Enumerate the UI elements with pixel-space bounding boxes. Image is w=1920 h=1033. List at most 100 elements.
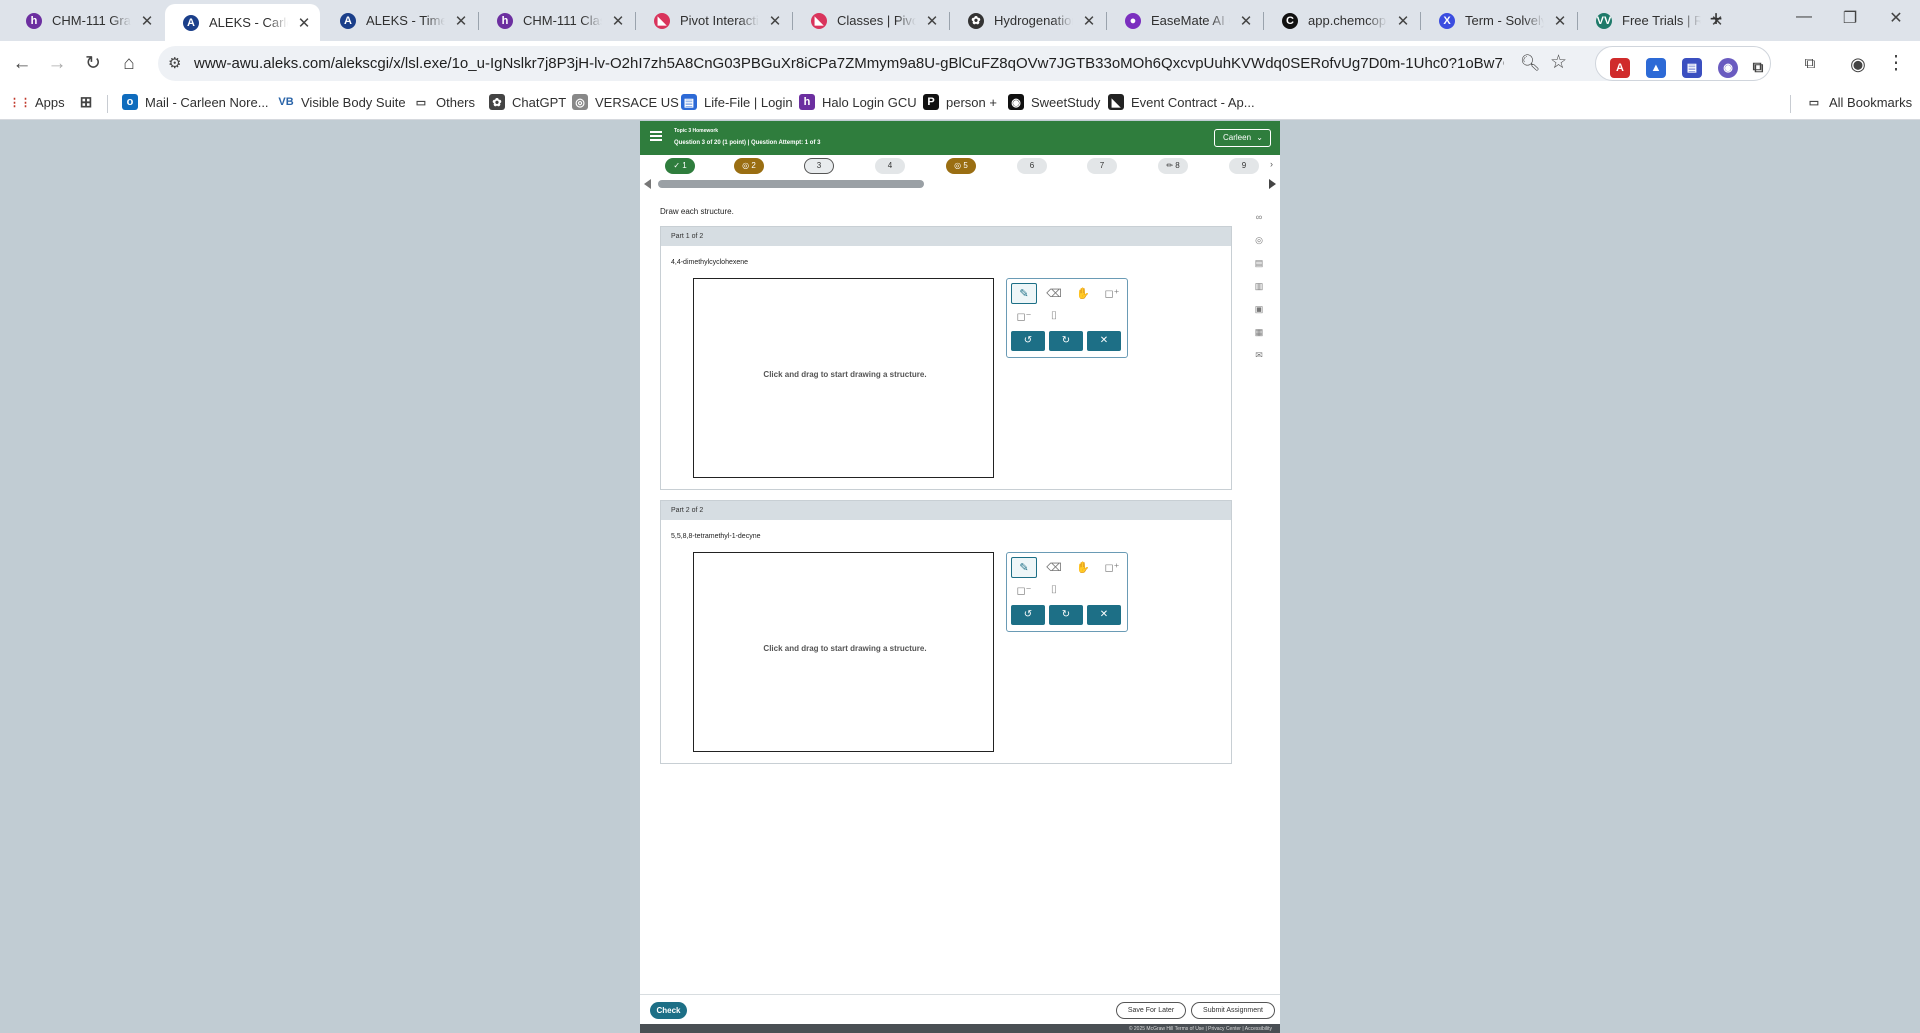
target-icon[interactable]: ◎ bbox=[1251, 232, 1267, 248]
save-for-later-button[interactable]: Save For Later bbox=[1116, 1002, 1186, 1019]
all-bookmarks[interactable]: ▭ All Bookmarks bbox=[1806, 94, 1912, 110]
browser-tab[interactable]: h CHM-111 Grade ✕ bbox=[8, 4, 163, 37]
browser-tab[interactable]: A ALEKS - Carleen ✕ bbox=[165, 4, 320, 41]
eraser-icon[interactable]: ⌫ bbox=[1041, 283, 1067, 304]
bracket-icon[interactable]: ⌷ bbox=[1041, 580, 1067, 601]
new-tab-plus-icon[interactable]: + bbox=[1703, 7, 1729, 33]
puzzle-extensions-icon[interactable]: ⧉ bbox=[1748, 58, 1768, 78]
browser-tab[interactable]: ✿ Hydrogenation ✕ bbox=[950, 4, 1105, 37]
restore-icon[interactable]: ❐ bbox=[1830, 8, 1870, 28]
eraser-icon[interactable]: ⌫ bbox=[1041, 557, 1067, 578]
close-icon[interactable]: ✕ bbox=[453, 12, 469, 30]
add-box-icon[interactable]: ◻⁺ bbox=[1099, 283, 1125, 304]
question-nav-item[interactable]: 3 bbox=[804, 158, 834, 174]
bookmark-item[interactable]: ◉ SweetStudy bbox=[1008, 94, 1100, 110]
pencil-icon[interactable]: ✎ bbox=[1011, 283, 1037, 304]
reload-icon[interactable]: ↻ bbox=[80, 51, 106, 77]
calculator-icon[interactable]: ▦ bbox=[1251, 324, 1267, 340]
clear-icon[interactable]: ✕ bbox=[1087, 331, 1121, 351]
document-extension-icon[interactable]: ▤ bbox=[1682, 58, 1702, 78]
bookmark-star-icon[interactable]: ☆ bbox=[1550, 51, 1567, 74]
hand-icon[interactable]: ✋ bbox=[1070, 557, 1096, 578]
chart-icon[interactable]: ▥ bbox=[1251, 278, 1267, 294]
close-icon[interactable]: ✕ bbox=[610, 12, 626, 30]
graduation-extension-icon[interactable]: ▲ bbox=[1646, 58, 1666, 78]
drawing-canvas[interactable]: Click and drag to start drawing a struct… bbox=[693, 278, 994, 478]
hamburger-menu-icon[interactable] bbox=[650, 129, 662, 141]
redo-icon[interactable]: ↻ bbox=[1049, 331, 1083, 351]
question-nav-item[interactable]: 4 bbox=[875, 158, 905, 174]
mail-icon[interactable]: ✉ bbox=[1251, 347, 1267, 363]
forward-arrow-icon[interactable]: → bbox=[44, 51, 70, 77]
check-button[interactable]: Check bbox=[650, 1002, 687, 1019]
site-info-icon[interactable]: ⚙ bbox=[168, 54, 181, 72]
bookmark-item[interactable]: ▭ Others bbox=[413, 94, 475, 110]
bookmark-item[interactable]: ◣ Event Contract - Ap... bbox=[1108, 94, 1255, 110]
add-box-icon[interactable]: ◻⁺ bbox=[1099, 557, 1125, 578]
window-close-icon[interactable]: ✕ bbox=[1876, 8, 1916, 28]
close-icon[interactable]: ✕ bbox=[139, 12, 155, 30]
image-icon[interactable]: ▣ bbox=[1251, 301, 1267, 317]
question-nav-item[interactable]: 9 bbox=[1229, 158, 1259, 174]
minus-box-icon[interactable]: ◻⁻ bbox=[1011, 580, 1037, 601]
bookmark-item[interactable]: ⊞ bbox=[78, 94, 101, 111]
chevron-right-icon[interactable]: › bbox=[1270, 159, 1273, 169]
question-nav-item[interactable]: ✏ 8 bbox=[1158, 158, 1188, 174]
chrome-menu-icon[interactable]: ⋮ bbox=[1883, 51, 1909, 77]
scroll-right-arrow-icon[interactable] bbox=[1269, 179, 1276, 189]
close-icon[interactable]: ✕ bbox=[1552, 12, 1568, 30]
bracket-icon[interactable]: ⌷ bbox=[1041, 306, 1067, 327]
question-nav-item[interactable]: ✓ 1 bbox=[665, 158, 695, 174]
infinity-icon[interactable]: ∞ bbox=[1251, 209, 1267, 225]
home-icon[interactable]: ⌂ bbox=[116, 51, 142, 77]
bookmark-item[interactable]: h Halo Login GCU bbox=[799, 94, 917, 110]
browser-tab[interactable]: ◣ Pivot Interactive ✕ bbox=[636, 4, 791, 37]
drawing-canvas[interactable]: Click and drag to start drawing a struct… bbox=[693, 552, 994, 752]
clear-icon[interactable]: ✕ bbox=[1087, 605, 1121, 625]
browser-tab[interactable]: ● EaseMate AI Ch ✕ bbox=[1107, 4, 1262, 37]
bookmark-item[interactable]: VB Visible Body Suite bbox=[278, 94, 405, 110]
notes-icon[interactable]: ▤ bbox=[1251, 255, 1267, 271]
hand-icon[interactable]: ✋ bbox=[1070, 283, 1096, 304]
redo-icon[interactable]: ↻ bbox=[1049, 605, 1083, 625]
close-icon[interactable]: ✕ bbox=[767, 12, 783, 30]
bookmark-item[interactable]: ▤ Life-File | Login bbox=[681, 94, 793, 110]
bookmark-item[interactable]: ✿ ChatGPT bbox=[489, 94, 566, 110]
bookmark-item[interactable]: o Mail - Carleen Nore... bbox=[122, 94, 269, 110]
close-icon[interactable]: ✕ bbox=[924, 12, 940, 30]
undo-icon[interactable]: ↺ bbox=[1011, 331, 1045, 351]
minimize-icon[interactable]: — bbox=[1784, 8, 1824, 26]
browser-tab[interactable]: ◣ Classes | Pivot I ✕ bbox=[793, 4, 948, 37]
address-bar[interactable]: ⚙ www-awu.aleks.com/alekscgi/x/lsl.exe/1… bbox=[158, 46, 1770, 81]
pencil-icon[interactable]: ✎ bbox=[1011, 557, 1037, 578]
bookmark-item[interactable]: ◎ VERSACE US bbox=[572, 94, 679, 110]
bookmark-item[interactable]: ⋮⋮ Apps bbox=[9, 94, 65, 110]
question-nav-item[interactable]: 6 bbox=[1017, 158, 1047, 174]
question-nav-scrollbar[interactable] bbox=[640, 177, 1280, 191]
minus-box-icon[interactable]: ◻⁻ bbox=[1011, 306, 1037, 327]
bookmark-item[interactable]: Pperson + bbox=[923, 94, 997, 110]
back-arrow-icon[interactable]: ← bbox=[9, 51, 35, 77]
circle-extension-icon[interactable]: ◉ bbox=[1718, 58, 1738, 78]
browser-tab[interactable]: X Term - Solvely ✕ bbox=[1421, 4, 1576, 37]
scrollbar-thumb[interactable] bbox=[658, 180, 924, 188]
submit-assignment-button[interactable]: Submit Assignment bbox=[1191, 1002, 1275, 1019]
undo-icon[interactable]: ↺ bbox=[1011, 605, 1045, 625]
browser-tab[interactable]: h CHM-111 Class ✕ bbox=[479, 4, 634, 37]
user-menu-button[interactable]: Carleen ⌄ bbox=[1214, 129, 1271, 147]
profile-icon[interactable]: ◉ bbox=[1845, 51, 1871, 77]
zoom-icon[interactable]: 🔍︎ bbox=[1520, 53, 1540, 73]
browser-tab[interactable]: A ALEKS - Timed ✕ bbox=[322, 4, 477, 37]
close-icon[interactable]: ✕ bbox=[1081, 12, 1097, 30]
question-nav-item[interactable]: 7 bbox=[1087, 158, 1117, 174]
side-panel-search-icon[interactable]: ⧉ bbox=[1797, 51, 1823, 77]
close-icon[interactable]: ✕ bbox=[1238, 12, 1254, 30]
scroll-left-arrow-icon[interactable] bbox=[644, 179, 651, 189]
acrobat-extension-icon[interactable]: A bbox=[1610, 58, 1630, 78]
question-nav-item[interactable]: ◎ 2 bbox=[734, 158, 764, 174]
question-nav-item[interactable]: ◎ 5 bbox=[946, 158, 976, 174]
url-text[interactable]: www-awu.aleks.com/alekscgi/x/lsl.exe/1o_… bbox=[194, 55, 1504, 72]
close-icon[interactable]: ✕ bbox=[296, 14, 312, 32]
close-icon[interactable]: ✕ bbox=[1395, 12, 1411, 30]
browser-tab[interactable]: Capp.chemcopilo ✕ bbox=[1264, 4, 1419, 37]
